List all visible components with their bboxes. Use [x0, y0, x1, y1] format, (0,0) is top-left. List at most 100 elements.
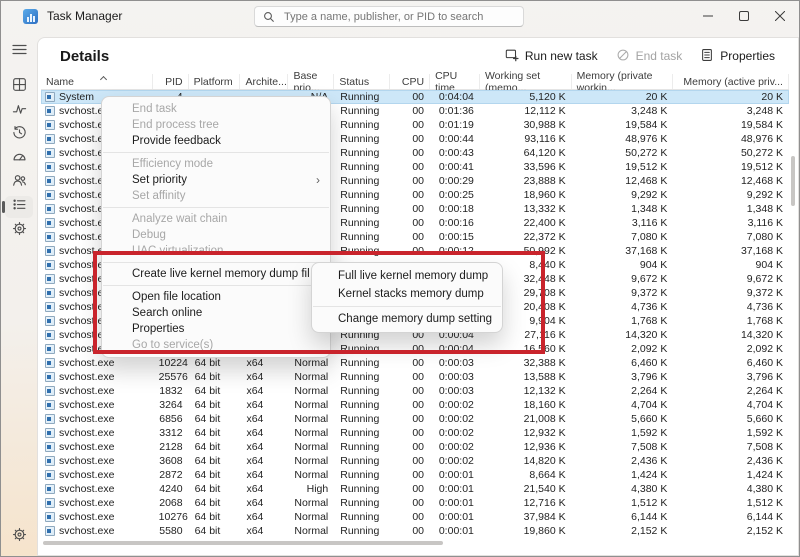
sidebar-item-details[interactable] [5, 196, 33, 218]
column-header-status[interactable]: Status [334, 74, 390, 89]
table-row[interactable]: svchost.exe183264 bitx64NormalRunning000… [41, 384, 789, 398]
minimize-button[interactable] [690, 1, 726, 31]
table-row[interactable]: svchost.exe558064 bitx64NormalRunning000… [41, 524, 789, 538]
cell-platform: 64 bit [189, 440, 241, 454]
menu-item-label: Analyze wait chain [132, 213, 320, 225]
cell-cpu_time: 0:00:44 [430, 132, 480, 146]
vertical-scrollbar[interactable] [791, 90, 795, 538]
menu-item-open-file-location[interactable]: Open file location [102, 289, 330, 305]
cell-cpu: 00 [390, 160, 430, 174]
column-header-platform[interactable]: Platform [189, 74, 241, 89]
cell-cpu: 00 [390, 244, 430, 258]
column-header-memory_active[interactable]: Memory (active priv... [673, 74, 789, 89]
cell-architecture: x64 [240, 524, 288, 538]
menu-item-label: End process tree [132, 119, 320, 131]
cell-memory_private: 2,152 K [572, 524, 674, 538]
process-icon [45, 442, 55, 452]
column-header-name[interactable]: Name [41, 74, 153, 89]
column-header-cpu_time[interactable]: CPU time [430, 74, 480, 89]
cell-memory_active: 2,152 K [673, 524, 789, 538]
table-row[interactable]: svchost.exe360864 bitx64NormalRunning000… [41, 454, 789, 468]
cell-status: Running [334, 398, 390, 412]
cell-status: Running [334, 440, 390, 454]
cell-name: svchost.exe [41, 482, 153, 496]
cell-memory_active: 12,468 K [673, 174, 789, 188]
table-row[interactable]: svchost.exe685664 bitx64NormalRunning000… [41, 412, 789, 426]
column-header-working_set[interactable]: Working set (memo... [480, 74, 572, 89]
menu-item-provide-feedback[interactable]: Provide feedback [102, 133, 330, 149]
cell-cpu: 00 [390, 384, 430, 398]
cell-memory_active: 1,424 K [673, 468, 789, 482]
details-toolbar: Details Run new task End task Properties [38, 38, 798, 74]
column-header-architecture[interactable]: Archite... [240, 74, 288, 89]
sidebar-item-settings[interactable] [5, 526, 33, 548]
cell-cpu: 00 [390, 188, 430, 202]
menu-item-efficiency-mode: Efficiency mode [102, 156, 330, 172]
cell-status: Running [334, 356, 390, 370]
table-row[interactable]: svchost.exe331264 bitx64NormalRunning000… [41, 426, 789, 440]
process-name: svchost.exe [59, 412, 114, 426]
table-row[interactable]: svchost.exe326464 bitx64NormalRunning000… [41, 398, 789, 412]
cell-working_set: 14,820 K [480, 454, 572, 468]
cell-working_set: 22,372 K [480, 230, 572, 244]
end-task-button: End task [607, 43, 692, 70]
menu-item-label: Create live kernel memory dump file [132, 268, 310, 280]
table-row[interactable]: svchost.exe206864 bitx64NormalRunning000… [41, 496, 789, 510]
sidebar-item-users[interactable] [5, 172, 33, 194]
menu-item-label: Search online [132, 307, 320, 319]
column-header-base_priority[interactable]: Base prio... [288, 74, 334, 89]
column-header-pid[interactable]: PID [153, 74, 189, 89]
table-row[interactable]: svchost.exe424064 bitx64HighRunning000:0… [41, 482, 789, 496]
close-button[interactable] [762, 1, 798, 31]
menu-item-change-memory-dump-settings[interactable]: Change memory dump settings [312, 310, 502, 328]
run-new-task-button[interactable]: Run new task [496, 43, 607, 70]
process-icon [45, 400, 55, 410]
cell-memory_active: 48,976 K [673, 132, 789, 146]
sidebar-item-startup-apps[interactable] [5, 148, 33, 170]
cell-cpu_time: 0:00:02 [430, 426, 480, 440]
menu-item-label: Change memory dump settings [338, 313, 492, 325]
menu-item-full-live-kernel-memory-dump[interactable]: Full live kernel memory dump [312, 267, 502, 285]
menu-item-kernel-stacks-memory-dump[interactable]: Kernel stacks memory dump [312, 285, 502, 303]
cell-cpu: 00 [390, 440, 430, 454]
cell-cpu_time: 0:00:41 [430, 160, 480, 174]
cell-cpu_time: 0:00:03 [430, 384, 480, 398]
cell-pid: 4240 [153, 482, 189, 496]
table-row[interactable]: svchost.exe212864 bitx64NormalRunning000… [41, 440, 789, 454]
menu-separator [313, 306, 501, 307]
menu-item-properties[interactable]: Properties [102, 321, 330, 337]
cell-platform: 64 bit [189, 496, 241, 510]
horizontal-scrollbar-thumb[interactable] [43, 541, 443, 545]
cell-platform: 64 bit [189, 412, 241, 426]
table-row[interactable]: svchost.exe287264 bitx64NormalRunning000… [41, 468, 789, 482]
properties-button[interactable]: Properties [691, 43, 784, 70]
process-icon [45, 456, 55, 466]
search-input[interactable] [282, 10, 515, 24]
cell-architecture: x64 [240, 454, 288, 468]
column-header-cpu[interactable]: CPU [390, 74, 430, 89]
sidebar-item-performance[interactable] [5, 100, 33, 122]
sidebar-item-services[interactable] [5, 220, 33, 242]
table-row[interactable]: svchost.exe1022464 bitx64NormalRunning00… [41, 356, 789, 370]
navigation-menu-button[interactable] [5, 40, 33, 62]
menu-item-search-online[interactable]: Search online [102, 305, 330, 321]
maximize-button[interactable] [726, 1, 762, 31]
sidebar-item-app-history[interactable] [5, 124, 33, 146]
cell-memory_private: 5,660 K [572, 412, 674, 426]
menu-separator [103, 285, 329, 286]
table-row[interactable]: svchost.exe1027664 bitx64NormalRunning00… [41, 510, 789, 524]
horizontal-scrollbar[interactable] [41, 541, 789, 546]
table-row[interactable]: svchost.exe2557664 bitx64NormalRunning00… [41, 370, 789, 384]
cell-cpu_time: 0:01:36 [430, 104, 480, 118]
context-menu: End taskEnd process treeProvide feedback… [101, 96, 331, 358]
cell-architecture: x64 [240, 398, 288, 412]
menu-item-create-live-kernel-memory-dump-file[interactable]: Create live kernel memory dump file› [102, 266, 330, 282]
column-header-memory_private[interactable]: Memory (private workin... [572, 74, 674, 89]
menu-item-label: Full live kernel memory dump [338, 270, 492, 282]
menu-item-label: Provide feedback [132, 135, 320, 147]
sidebar-item-processes[interactable] [5, 76, 33, 98]
vertical-scrollbar-thumb[interactable] [791, 156, 795, 206]
menu-item-set-priority[interactable]: Set priority› [102, 172, 330, 188]
cell-base_priority: Normal [288, 468, 334, 482]
cell-name: svchost.exe [41, 510, 153, 524]
